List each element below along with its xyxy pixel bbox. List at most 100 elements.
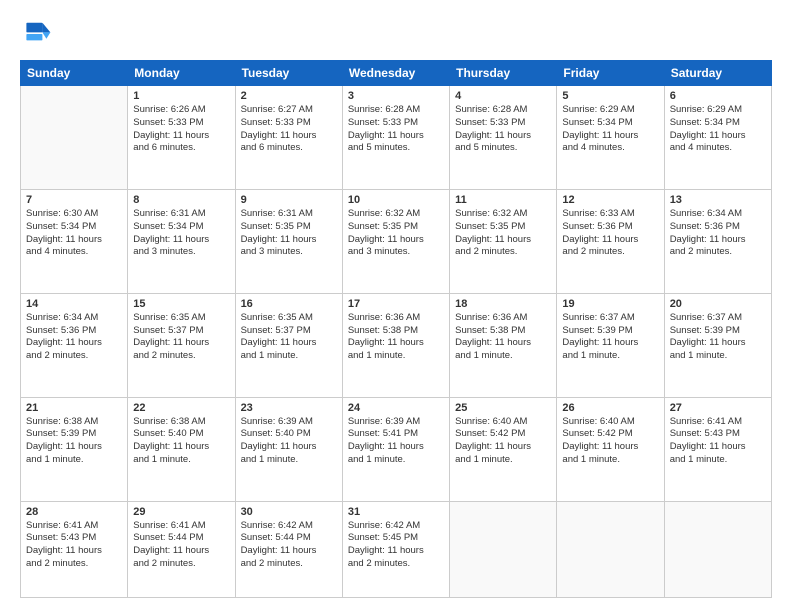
day-info: Sunrise: 6:38 AM Sunset: 5:40 PM Dayligh… — [133, 416, 229, 467]
day-number: 1 — [133, 90, 229, 102]
calendar-cell: 4 Sunrise: 6:28 AM Sunset: 5:33 PM Daylig… — [450, 86, 557, 190]
calendar-cell: 14 Sunrise: 6:34 AM Sunset: 5:36 PM Dayli… — [21, 293, 128, 397]
day-number: 15 — [133, 298, 229, 310]
calendar-cell — [557, 501, 664, 597]
day-number: 23 — [241, 402, 337, 414]
day-info: Sunrise: 6:39 AM Sunset: 5:41 PM Dayligh… — [348, 416, 444, 467]
day-info: Sunrise: 6:31 AM Sunset: 5:34 PM Dayligh… — [133, 208, 229, 259]
day-number: 4 — [455, 90, 551, 102]
day-number: 28 — [26, 506, 122, 518]
day-info: Sunrise: 6:29 AM Sunset: 5:34 PM Dayligh… — [562, 104, 658, 155]
calendar-cell: 20Sunrise: 6:37 AM Sunset: 5:39 PM Dayli… — [664, 293, 771, 397]
day-info: Sunrise: 6:42 AM Sunset: 5:44 PM Dayligh… — [241, 520, 337, 571]
calendar-week-row: 14 Sunrise: 6:34 AM Sunset: 5:36 PM Dayli… — [21, 293, 772, 397]
calendar-header: SundayMondayTuesdayWednesdayThursdayFrid… — [21, 61, 772, 86]
day-number: 2 — [241, 90, 337, 102]
day-number: 22 — [133, 402, 229, 414]
day-number: 11 — [455, 194, 551, 206]
day-number: 31 — [348, 506, 444, 518]
day-info: Sunrise: 6:27 AM Sunset: 5:33 PM Dayligh… — [241, 104, 337, 155]
calendar-cell: 9Sunrise: 6:31 AM Sunset: 5:35 PM Daylig… — [235, 189, 342, 293]
day-info: Sunrise: 6:41 AM Sunset: 5:43 PM Dayligh… — [670, 416, 766, 467]
day-number: 21 — [26, 402, 122, 414]
day-info: Sunrise: 6:38 AM Sunset: 5:39 PM Dayligh… — [26, 416, 122, 467]
day-number: 17 — [348, 298, 444, 310]
weekday-header: Tuesday — [235, 61, 342, 86]
day-number: 14 — [26, 298, 122, 310]
page: SundayMondayTuesdayWednesdayThursdayFrid… — [0, 0, 792, 612]
weekday-header: Thursday — [450, 61, 557, 86]
day-number: 7 — [26, 194, 122, 206]
calendar-cell: 10 Sunrise: 6:32 AM Sunset: 5:35 PM Dayli… — [342, 189, 449, 293]
header — [20, 18, 772, 50]
weekday-row: SundayMondayTuesdayWednesdayThursdayFrid… — [21, 61, 772, 86]
day-info: Sunrise: 6:36 AM Sunset: 5:38 PM Dayligh… — [348, 312, 444, 363]
day-info: Sunrise: 6:40 AM Sunset: 5:42 PM Dayligh… — [562, 416, 658, 467]
day-number: 26 — [562, 402, 658, 414]
day-info: Sunrise: 6:28 AM Sunset: 5:33 PM Dayligh… — [348, 104, 444, 155]
day-info: Sunrise: 6:26 AM Sunset: 5:33 PM Dayligh… — [133, 104, 229, 155]
day-number: 13 — [670, 194, 766, 206]
calendar-cell: 13 Sunrise: 6:34 AM Sunset: 5:36 PM Dayli… — [664, 189, 771, 293]
calendar-week-row: 21 Sunrise: 6:38 AM Sunset: 5:39 PM Dayli… — [21, 397, 772, 501]
logo-icon — [20, 18, 52, 50]
calendar-cell: 5 Sunrise: 6:29 AM Sunset: 5:34 PM Daylig… — [557, 86, 664, 190]
calendar-cell: 25 Sunrise: 6:40 AM Sunset: 5:42 PM Dayli… — [450, 397, 557, 501]
calendar-cell: 17 Sunrise: 6:36 AM Sunset: 5:38 PM Dayli… — [342, 293, 449, 397]
calendar-cell: 2 Sunrise: 6:27 AM Sunset: 5:33 PM Daylig… — [235, 86, 342, 190]
day-info: Sunrise: 6:28 AM Sunset: 5:33 PM Dayligh… — [455, 104, 551, 155]
day-number: 16 — [241, 298, 337, 310]
day-info: Sunrise: 6:35 AM Sunset: 5:37 PM Dayligh… — [133, 312, 229, 363]
calendar-week-row: 7 Sunrise: 6:30 AM Sunset: 5:34 PM Daylig… — [21, 189, 772, 293]
day-info: Sunrise: 6:37 AM Sunset: 5:39 PM Dayligh… — [670, 312, 766, 363]
calendar-cell: 8 Sunrise: 6:31 AM Sunset: 5:34 PM Daylig… — [128, 189, 235, 293]
day-number: 6 — [670, 90, 766, 102]
day-info: Sunrise: 6:39 AM Sunset: 5:40 PM Dayligh… — [241, 416, 337, 467]
calendar-cell: 1 Sunrise: 6:26 AM Sunset: 5:33 PM Daylig… — [128, 86, 235, 190]
calendar-cell: 3 Sunrise: 6:28 AM Sunset: 5:33 PM Daylig… — [342, 86, 449, 190]
day-number: 19 — [562, 298, 658, 310]
calendar-cell: 12Sunrise: 6:33 AM Sunset: 5:36 PM Dayli… — [557, 189, 664, 293]
calendar-body: 1 Sunrise: 6:26 AM Sunset: 5:33 PM Daylig… — [21, 86, 772, 598]
day-number: 27 — [670, 402, 766, 414]
calendar-cell: 11 Sunrise: 6:32 AM Sunset: 5:35 PM Dayli… — [450, 189, 557, 293]
calendar-cell: 7 Sunrise: 6:30 AM Sunset: 5:34 PM Daylig… — [21, 189, 128, 293]
weekday-header: Wednesday — [342, 61, 449, 86]
calendar-cell: 22 Sunrise: 6:38 AM Sunset: 5:40 PM Dayli… — [128, 397, 235, 501]
day-info: Sunrise: 6:34 AM Sunset: 5:36 PM Dayligh… — [670, 208, 766, 259]
calendar-cell: 18Sunrise: 6:36 AM Sunset: 5:38 PM Dayli… — [450, 293, 557, 397]
day-info: Sunrise: 6:34 AM Sunset: 5:36 PM Dayligh… — [26, 312, 122, 363]
day-info: Sunrise: 6:32 AM Sunset: 5:35 PM Dayligh… — [455, 208, 551, 259]
day-info: Sunrise: 6:40 AM Sunset: 5:42 PM Dayligh… — [455, 416, 551, 467]
calendar-cell: 24 Sunrise: 6:39 AM Sunset: 5:41 PM Dayli… — [342, 397, 449, 501]
calendar: SundayMondayTuesdayWednesdayThursdayFrid… — [20, 60, 772, 598]
day-number: 30 — [241, 506, 337, 518]
calendar-week-row: 1 Sunrise: 6:26 AM Sunset: 5:33 PM Daylig… — [21, 86, 772, 190]
calendar-cell: 31Sunrise: 6:42 AM Sunset: 5:45 PM Dayli… — [342, 501, 449, 597]
day-info: Sunrise: 6:33 AM Sunset: 5:36 PM Dayligh… — [562, 208, 658, 259]
day-info: Sunrise: 6:32 AM Sunset: 5:35 PM Dayligh… — [348, 208, 444, 259]
day-number: 25 — [455, 402, 551, 414]
day-number: 24 — [348, 402, 444, 414]
day-number: 3 — [348, 90, 444, 102]
day-number: 8 — [133, 194, 229, 206]
day-info: Sunrise: 6:41 AM Sunset: 5:43 PM Dayligh… — [26, 520, 122, 571]
calendar-cell — [664, 501, 771, 597]
day-info: Sunrise: 6:30 AM Sunset: 5:34 PM Dayligh… — [26, 208, 122, 259]
calendar-cell: 29Sunrise: 6:41 AM Sunset: 5:44 PM Dayli… — [128, 501, 235, 597]
calendar-cell — [450, 501, 557, 597]
calendar-cell: 30 Sunrise: 6:42 AM Sunset: 5:44 PM Dayli… — [235, 501, 342, 597]
calendar-cell: 6Sunrise: 6:29 AM Sunset: 5:34 PM Daylig… — [664, 86, 771, 190]
calendar-week-row: 28 Sunrise: 6:41 AM Sunset: 5:43 PM Dayli… — [21, 501, 772, 597]
calendar-cell: 28 Sunrise: 6:41 AM Sunset: 5:43 PM Dayli… — [21, 501, 128, 597]
day-info: Sunrise: 6:36 AM Sunset: 5:38 PM Dayligh… — [455, 312, 551, 363]
day-number: 10 — [348, 194, 444, 206]
day-number: 5 — [562, 90, 658, 102]
day-number: 29 — [133, 506, 229, 518]
calendar-cell: 15 Sunrise: 6:35 AM Sunset: 5:37 PM Dayli… — [128, 293, 235, 397]
calendar-cell: 16Sunrise: 6:35 AM Sunset: 5:37 PM Dayli… — [235, 293, 342, 397]
day-number: 9 — [241, 194, 337, 206]
calendar-cell — [21, 86, 128, 190]
calendar-cell: 23 Sunrise: 6:39 AM Sunset: 5:40 PM Dayli… — [235, 397, 342, 501]
calendar-cell: 21 Sunrise: 6:38 AM Sunset: 5:39 PM Dayli… — [21, 397, 128, 501]
